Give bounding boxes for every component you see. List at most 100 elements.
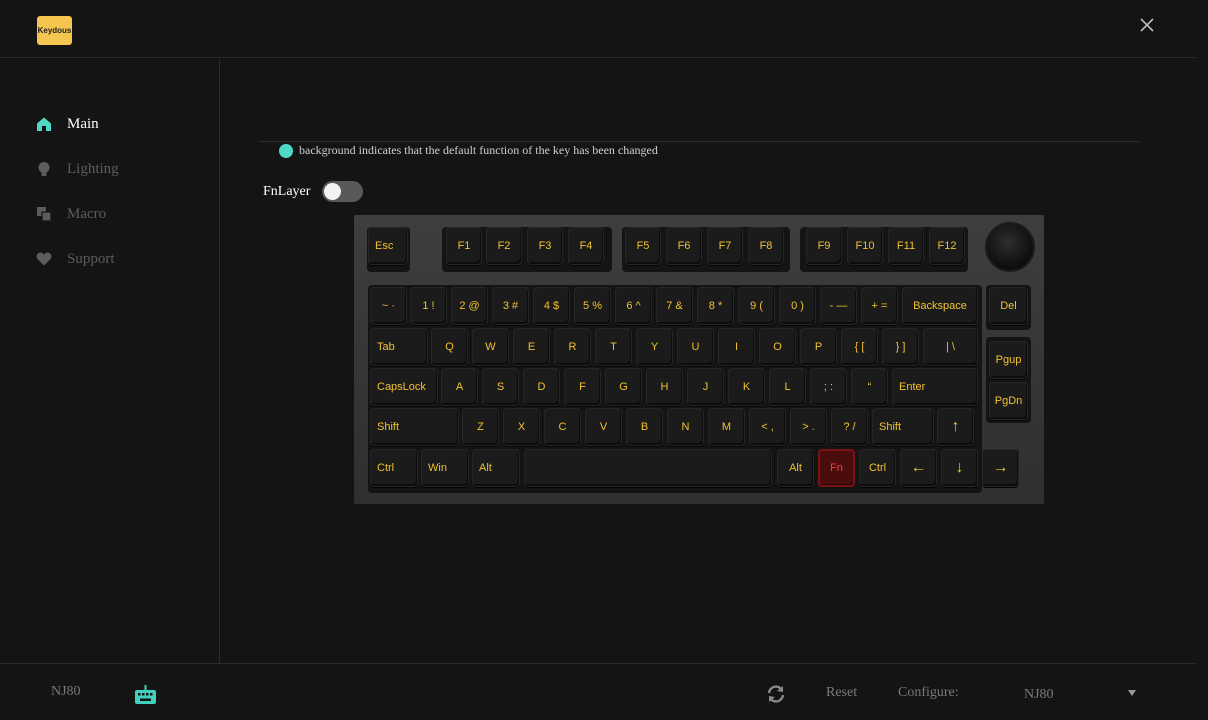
key-z[interactable]: Z [462, 408, 499, 446]
key-e[interactable]: E [513, 328, 550, 366]
key-n[interactable]: N [667, 408, 704, 446]
key-comma[interactable]: < , [749, 408, 786, 446]
key-s[interactable]: S [482, 368, 519, 406]
toggle-knob [324, 183, 342, 200]
key-right-shift[interactable]: Shift [872, 408, 934, 446]
key-space[interactable] [524, 449, 772, 487]
key-g[interactable]: G [605, 368, 642, 406]
key-quote[interactable]: “ [851, 368, 888, 406]
key-2[interactable]: 2 @ [451, 287, 488, 325]
volume-knob[interactable] [987, 224, 1033, 270]
key-l[interactable]: L [769, 368, 806, 406]
key-grave[interactable]: ~ · [370, 287, 407, 325]
heart-icon [36, 252, 52, 266]
status-bar: NJ80 Reset Configure: NJ80 [0, 663, 1196, 720]
key-b[interactable]: B [626, 408, 663, 446]
key-left-ctrl[interactable]: Ctrl [370, 449, 418, 487]
key-right-ctrl[interactable]: Ctrl [859, 449, 896, 487]
fnlayer-label: FnLayer [263, 183, 311, 199]
key-r[interactable]: R [554, 328, 591, 366]
home-icon [37, 117, 51, 131]
key-f3[interactable]: F3 [527, 227, 563, 265]
key-arrow-right[interactable]: → [982, 449, 1019, 487]
keyboard-icon[interactable] [134, 683, 157, 706]
key-left-bracket[interactable]: { [ [841, 328, 878, 366]
key-right-alt[interactable]: Alt [777, 449, 814, 487]
sidebar-item-lighting[interactable]: Lighting [36, 158, 119, 180]
key-backslash[interactable]: | \ [923, 328, 978, 366]
key-enter[interactable]: Enter [892, 368, 978, 406]
key-5[interactable]: 5 % [574, 287, 611, 325]
key-f5[interactable]: F5 [625, 227, 661, 265]
key-f11[interactable]: F11 [888, 227, 924, 265]
key-3[interactable]: 3 # [492, 287, 529, 325]
sidebar-item-label: Macro [67, 205, 107, 222]
key-6[interactable]: 6 ^ [615, 287, 652, 325]
key-f6[interactable]: F6 [666, 227, 702, 265]
key-9[interactable]: 9 ( [738, 287, 775, 325]
configure-select[interactable]: NJ80 [1024, 685, 1140, 703]
key-t[interactable]: T [595, 328, 632, 366]
key-p[interactable]: P [800, 328, 837, 366]
fnlayer-control: FnLayer [263, 181, 364, 202]
key-o[interactable]: O [759, 328, 796, 366]
reset-button[interactable]: Reset [826, 685, 857, 701]
key-d[interactable]: D [523, 368, 560, 406]
key-tab[interactable]: Tab [370, 328, 428, 366]
key-esc[interactable]: Esc [368, 227, 408, 265]
key-arrow-up[interactable]: ↑ [937, 408, 974, 446]
sidebar-item-support[interactable]: Support [36, 248, 115, 270]
key-f10[interactable]: F10 [847, 227, 883, 265]
keyboard-layout: Esc F1 F2 F3 F4 F5 F6 F7 F8 F9 F10 F11 F… [354, 215, 1044, 504]
key-x[interactable]: X [503, 408, 540, 446]
key-u[interactable]: U [677, 328, 714, 366]
key-7[interactable]: 7 & [656, 287, 693, 325]
key-arrow-left[interactable]: ← [900, 449, 937, 487]
key-h[interactable]: H [646, 368, 683, 406]
key-8[interactable]: 8 * [697, 287, 734, 325]
key-semicolon[interactable]: ; : [810, 368, 847, 406]
key-a[interactable]: A [441, 368, 478, 406]
key-left-shift[interactable]: Shift [370, 408, 459, 446]
key-fn[interactable]: Fn [818, 449, 855, 487]
key-y[interactable]: Y [636, 328, 673, 366]
device-name: NJ80 [51, 684, 81, 699]
key-slash[interactable]: ? / [831, 408, 868, 446]
sidebar-item-macro[interactable]: Macro [36, 203, 106, 225]
key-k[interactable]: K [728, 368, 765, 406]
close-icon[interactable] [1136, 14, 1158, 36]
key-m[interactable]: M [708, 408, 745, 446]
key-4[interactable]: 4 $ [533, 287, 570, 325]
key-f7[interactable]: F7 [707, 227, 743, 265]
key-period[interactable]: > . [790, 408, 827, 446]
key-q[interactable]: Q [431, 328, 468, 366]
key-f[interactable]: F [564, 368, 601, 406]
key-arrow-down[interactable]: ↓ [941, 449, 978, 487]
key-pgup[interactable]: Pgup [989, 341, 1028, 379]
key-backspace[interactable]: Backspace [902, 287, 978, 325]
key-w[interactable]: W [472, 328, 509, 366]
key-del[interactable]: Del [989, 287, 1028, 325]
key-f2[interactable]: F2 [486, 227, 522, 265]
key-v[interactable]: V [585, 408, 622, 446]
key-f12[interactable]: F12 [929, 227, 965, 265]
key-c[interactable]: C [544, 408, 581, 446]
key-pgdn[interactable]: PgDn [989, 382, 1028, 420]
refresh-icon[interactable] [766, 684, 786, 704]
fnlayer-toggle[interactable] [322, 181, 364, 202]
key-minus[interactable]: - — [820, 287, 857, 325]
key-left-alt[interactable]: Alt [472, 449, 520, 487]
key-j[interactable]: J [687, 368, 724, 406]
key-f9[interactable]: F9 [806, 227, 842, 265]
key-f1[interactable]: F1 [446, 227, 482, 265]
key-i[interactable]: I [718, 328, 755, 366]
key-0[interactable]: 0 ) [779, 287, 816, 325]
key-equal[interactable]: + = [861, 287, 898, 325]
key-win[interactable]: Win [421, 449, 469, 487]
key-right-bracket[interactable]: } ] [882, 328, 919, 366]
key-f4[interactable]: F4 [568, 227, 604, 265]
sidebar-item-main[interactable]: Main [36, 113, 99, 135]
key-f8[interactable]: F8 [748, 227, 784, 265]
key-capslock[interactable]: CapsLock [370, 368, 438, 406]
key-1[interactable]: 1 ! [410, 287, 447, 325]
